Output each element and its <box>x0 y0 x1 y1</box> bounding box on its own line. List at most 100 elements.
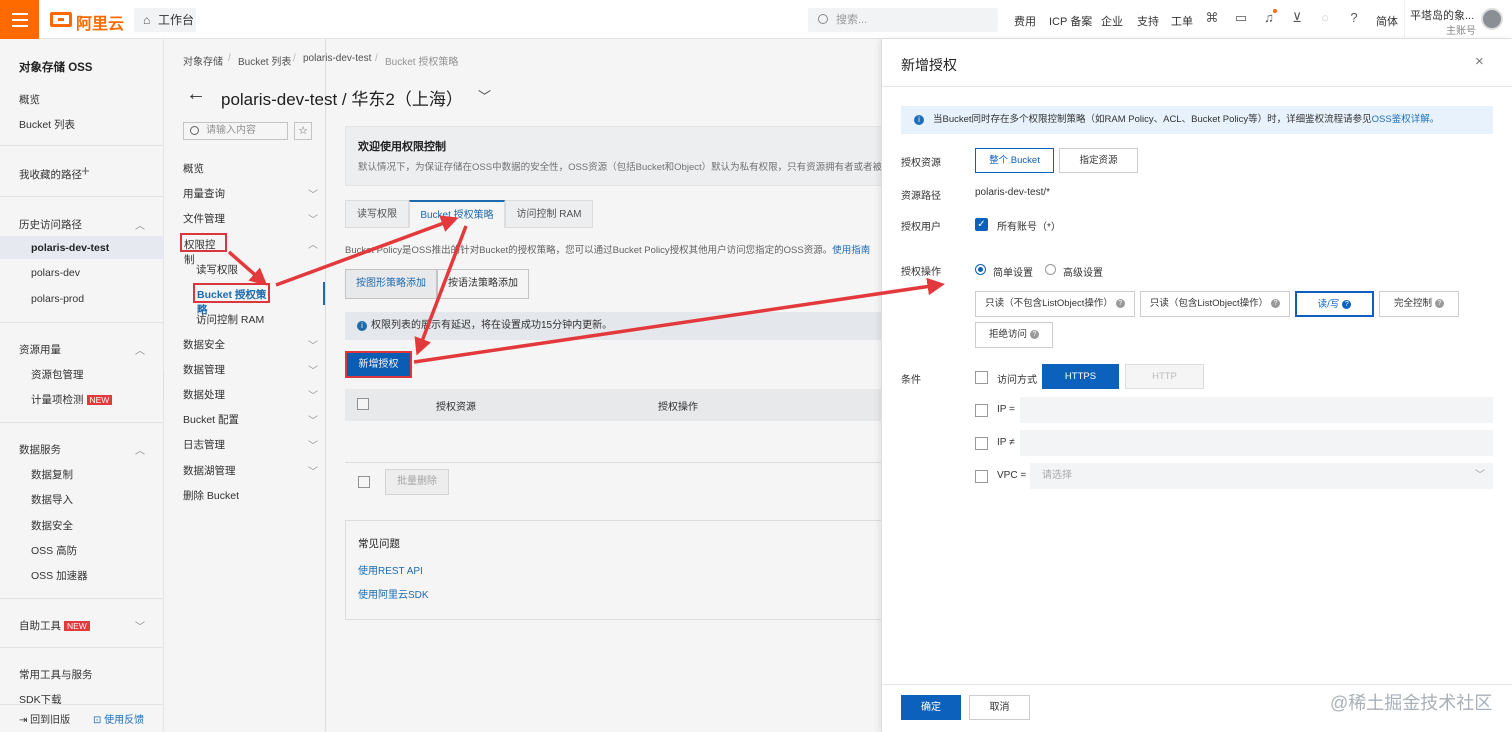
http-option[interactable]: HTTP <box>1125 364 1204 389</box>
nav-icp[interactable]: ICP 备案 <box>1049 13 1092 29</box>
action-readonly-no-list[interactable]: 只读（不包含ListObject操作）? <box>975 291 1135 317</box>
ip-eq-checkbox[interactable] <box>975 404 988 417</box>
history-item[interactable]: polars-dev <box>31 267 80 279</box>
watermark: @稀土掘金技术社区 <box>1330 693 1493 713</box>
ip-eq-input[interactable] <box>1020 397 1493 423</box>
radio-advanced-label: 高级设置 <box>1063 268 1103 279</box>
back-old-version-link[interactable]: ⇥ 回到旧版 <box>19 711 70 726</box>
top-bar <box>0 0 1512 39</box>
close-icon[interactable]: × <box>1475 53 1484 70</box>
help-icon[interactable]: ? <box>1435 298 1444 308</box>
help-icon[interactable]: ? <box>1271 298 1281 308</box>
option-specific-resource[interactable]: 指定资源 <box>1059 148 1138 173</box>
sidebar-data-services[interactable]: 数据服务 <box>19 442 61 457</box>
sidebar-history[interactable]: 历史访问路径 <box>19 217 82 232</box>
action-readonly-list[interactable]: 只读（包含ListObject操作）? <box>1140 291 1290 317</box>
label-action: 授权操作 <box>901 267 941 278</box>
ip-ne-checkbox[interactable] <box>975 437 988 450</box>
sidebar-title: 对象存储 OSS <box>19 62 93 74</box>
action-read-write[interactable]: 读/写? <box>1295 291 1374 317</box>
chevron-up-icon[interactable]: ︿ <box>135 342 145 357</box>
access-method-checkbox[interactable] <box>975 371 988 384</box>
info-banner: i 当Bucket同时存在多个权限控制策略（如RAM Policy、ACL、Buc… <box>901 106 1493 134</box>
divider <box>0 322 163 323</box>
language-switch[interactable]: 简体 <box>1376 13 1398 29</box>
access-method-label: 访问方式 <box>997 375 1037 386</box>
new-badge: NEW <box>86 395 113 405</box>
divider <box>0 598 163 599</box>
label-user: 授权用户 <box>901 222 941 233</box>
workbench-button[interactable]: 工作台 <box>134 8 196 32</box>
chevron-down-icon: ﹀ <box>1475 470 1485 481</box>
auth-doc-link[interactable]: OSS鉴权详解。 <box>1372 114 1440 125</box>
label-condition: 条件 <box>901 375 921 386</box>
menu-icon[interactable] <box>0 0 39 39</box>
vpc-checkbox[interactable] <box>975 470 988 483</box>
history-item[interactable]: polaris-dev-test <box>31 242 109 254</box>
label-path: 资源路径 <box>901 191 941 202</box>
sidebar-item-overview[interactable]: 概览 <box>19 92 40 107</box>
search-icon <box>818 14 828 24</box>
help-icon[interactable]: ? <box>1342 299 1352 309</box>
avatar[interactable] <box>1481 8 1503 30</box>
info-icon: i <box>914 115 924 125</box>
radio-simple[interactable] <box>975 264 986 275</box>
search-input[interactable]: 搜索... <box>808 8 998 32</box>
all-accounts-label: 所有账号（*） <box>997 222 1061 233</box>
sidebar-common-tools[interactable]: 常用工具与服务 <box>19 667 93 682</box>
resource-item[interactable]: 资源包管理 <box>31 367 84 382</box>
https-option[interactable]: HTTPS <box>1042 364 1119 389</box>
vpc-label: VPC = <box>997 470 1027 481</box>
drawer-overlay[interactable] <box>164 39 882 732</box>
history-item[interactable]: polars-prod <box>31 293 84 305</box>
label-resource: 授权资源 <box>901 158 941 169</box>
code-icon[interactable]: ⌘ <box>1205 11 1219 25</box>
sidebar-favorites[interactable]: 我收藏的路径 <box>19 167 82 182</box>
resource-item[interactable]: 计量项检测 NEW <box>31 392 113 407</box>
sidebar-resource-usage[interactable]: 资源用量 <box>19 342 61 357</box>
chevron-up-icon[interactable]: ︿ <box>135 217 145 232</box>
cart-icon[interactable]: ⊻ <box>1290 11 1304 25</box>
chevron-down-icon[interactable]: ﹀ <box>135 618 145 633</box>
all-accounts-checkbox[interactable]: ✓ <box>975 218 988 231</box>
data-item[interactable]: 数据复制 <box>31 467 73 482</box>
nav-support[interactable]: 支持 <box>1137 13 1159 29</box>
terminal-icon[interactable]: ▭ <box>1234 11 1248 25</box>
divider <box>882 684 1512 685</box>
confirm-button[interactable]: 确定 <box>901 695 961 720</box>
radio-simple-label: 简单设置 <box>993 268 1033 279</box>
nav-billing[interactable]: 费用 <box>1014 13 1036 29</box>
logo-text[interactable]: 阿里云 <box>76 10 124 34</box>
bell-icon[interactable]: ♫ <box>1262 11 1276 25</box>
nav-enterprise[interactable]: 企业 <box>1101 13 1123 29</box>
ip-ne-label: IP ≠ <box>997 437 1015 448</box>
action-full-control[interactable]: 完全控制? <box>1379 291 1459 317</box>
cancel-button[interactable]: 取消 <box>969 695 1030 720</box>
help-icon[interactable]: ? <box>1115 298 1125 308</box>
sidebar-self-tools[interactable]: 自助工具 NEW <box>19 618 90 633</box>
data-item[interactable]: 数据导入 <box>31 492 73 507</box>
sidebar-item-bucket-list[interactable]: Bucket 列表 <box>19 117 75 132</box>
drawer-title: 新增授权 <box>901 57 957 73</box>
notification-dot <box>1273 9 1277 13</box>
data-item[interactable]: 数据安全 <box>31 518 73 533</box>
chevron-up-icon[interactable]: ︿ <box>135 442 145 457</box>
data-item[interactable]: OSS 高防 <box>31 543 77 558</box>
data-item[interactable]: OSS 加速器 <box>31 568 88 583</box>
help-icon[interactable]: ? <box>1030 329 1039 339</box>
action-deny[interactable]: 拒绝访问? <box>975 322 1053 348</box>
divider <box>0 422 163 423</box>
divider <box>882 86 1512 87</box>
user-role: 主账号 <box>1446 26 1476 37</box>
ip-ne-input[interactable] <box>1020 430 1493 456</box>
option-whole-bucket[interactable]: 整个 Bucket <box>975 148 1054 173</box>
bulb-icon[interactable]: ○ <box>1318 11 1332 25</box>
new-badge: NEW <box>64 621 90 631</box>
feedback-link[interactable]: ⊡ 使用反馈 <box>93 711 144 726</box>
add-icon[interactable]: + <box>81 163 90 180</box>
radio-advanced[interactable] <box>1045 264 1056 275</box>
help-icon[interactable]: ? <box>1347 11 1361 25</box>
vpc-select[interactable]: 请选择 ﹀ <box>1030 463 1493 489</box>
nav-ticket[interactable]: 工单 <box>1171 13 1193 29</box>
resource-path-value: polaris-dev-test/* <box>975 187 1051 198</box>
